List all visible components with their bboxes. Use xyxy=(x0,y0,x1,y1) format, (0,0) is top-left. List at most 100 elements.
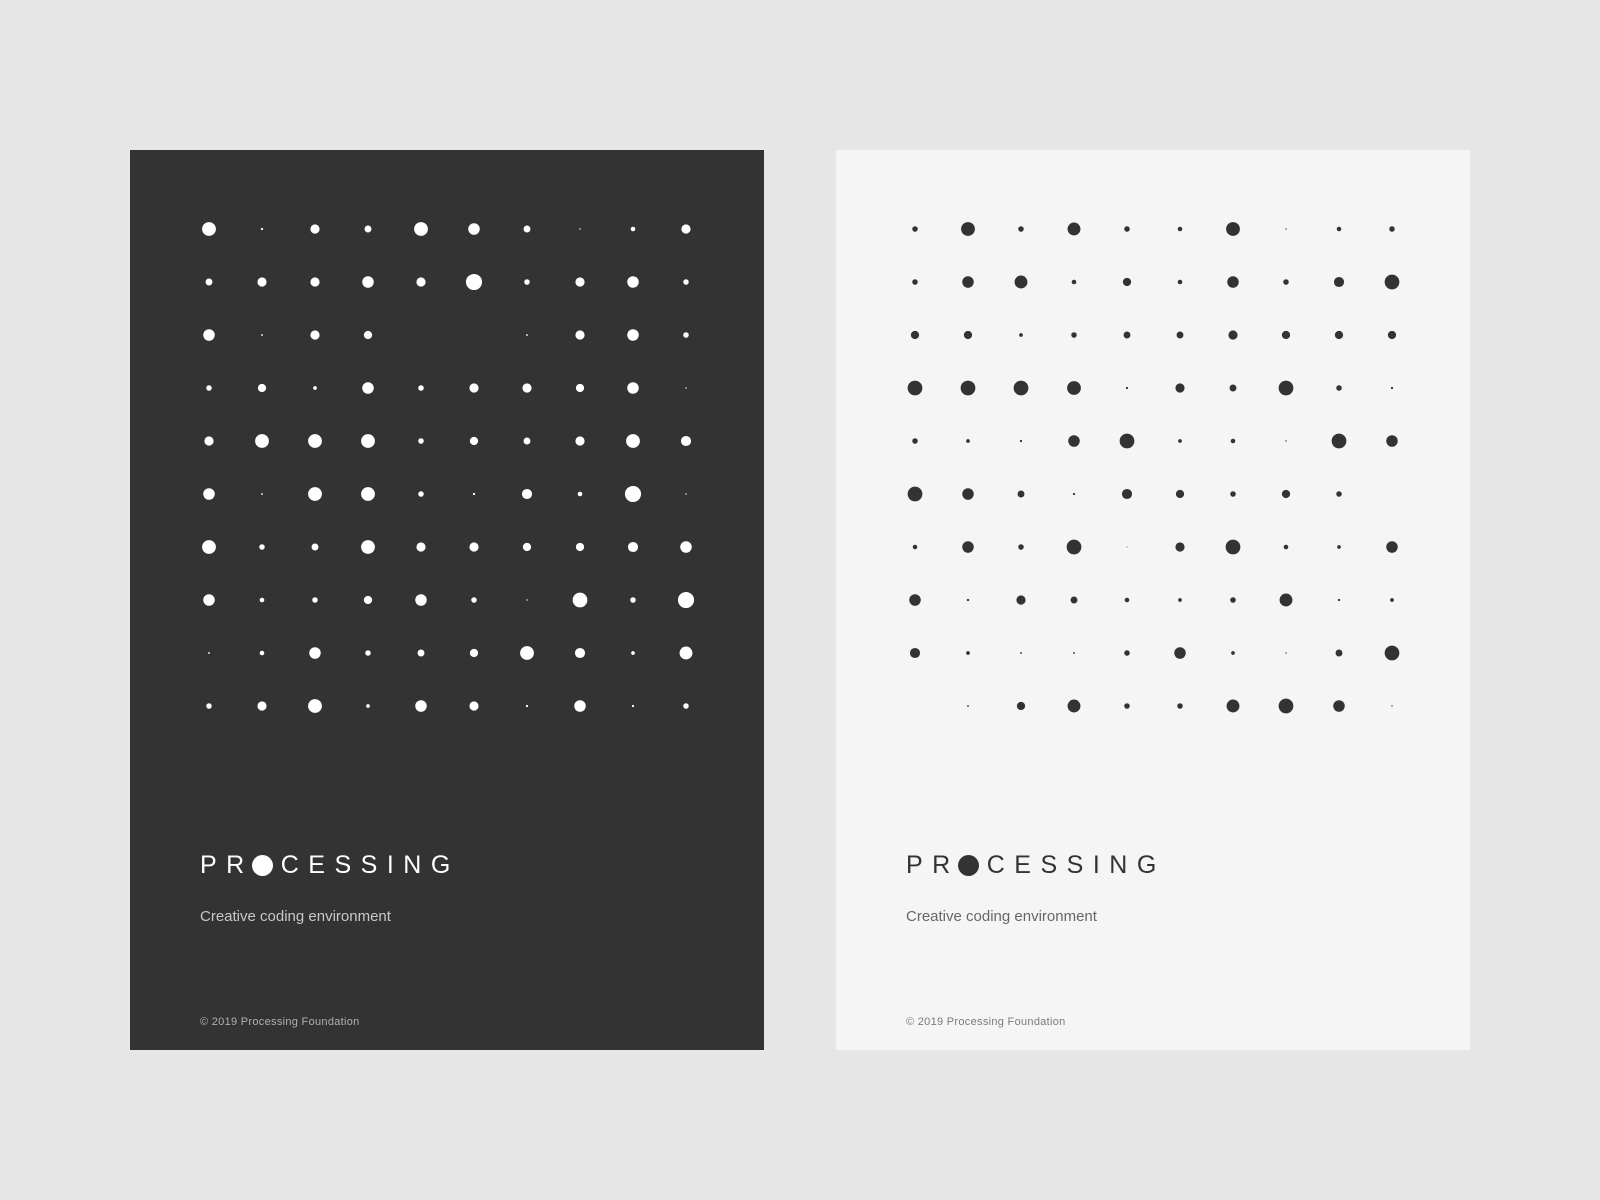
grid-dot xyxy=(1018,226,1024,232)
grid-dot xyxy=(1333,276,1345,288)
grid-dot xyxy=(1016,701,1026,711)
grid-dot xyxy=(203,488,215,500)
grid-dot xyxy=(310,224,320,234)
grid-dot xyxy=(1285,652,1287,654)
grid-dot xyxy=(469,542,479,552)
grid-dot xyxy=(1017,490,1025,498)
grid-dot xyxy=(1285,228,1287,230)
grid-dot xyxy=(472,492,476,496)
grid-dot xyxy=(912,226,918,232)
grid-dot xyxy=(1225,539,1241,555)
grid-dot xyxy=(203,594,215,606)
grid-dot xyxy=(1178,598,1182,602)
grid-dot xyxy=(1068,435,1080,447)
grid-dot xyxy=(1336,385,1342,391)
grid-dot xyxy=(1175,489,1185,499)
grid-dot xyxy=(627,329,639,341)
grid-dot xyxy=(579,228,581,230)
grid-dot xyxy=(415,594,427,606)
grid-dot xyxy=(521,488,533,500)
grid-dot xyxy=(259,544,265,550)
grid-dot xyxy=(966,651,970,655)
tagline: Creative coding environment xyxy=(906,908,1097,925)
grid-dot xyxy=(631,704,635,708)
wordmark-o-circle-icon xyxy=(957,854,979,876)
grid-dot xyxy=(311,543,319,551)
grid-dot xyxy=(418,385,424,391)
grid-dot xyxy=(1125,386,1129,390)
grid-dot xyxy=(1126,546,1128,548)
grid-dot xyxy=(1175,383,1185,393)
grid-dot xyxy=(1071,279,1077,285)
grid-dot xyxy=(469,701,479,711)
grid-dot xyxy=(1124,650,1130,656)
grid-dot xyxy=(1336,226,1342,232)
copyright: © 2019 Processing Foundation xyxy=(906,1016,1066,1028)
grid-dot xyxy=(1386,435,1398,447)
grid-dot xyxy=(469,436,479,446)
grid-dot xyxy=(1390,598,1394,602)
grid-dot xyxy=(1227,276,1239,288)
grid-dot xyxy=(966,439,970,443)
grid-dot xyxy=(1226,222,1240,236)
grid-dot xyxy=(310,330,320,340)
grid-dot xyxy=(1177,279,1183,285)
grid-dot xyxy=(526,334,528,336)
grid-dot xyxy=(1014,275,1028,289)
grid-dot xyxy=(1333,700,1345,712)
grid-dot xyxy=(361,487,375,501)
wordmark-text-after: CESSING xyxy=(986,850,1166,879)
grid-dot xyxy=(202,540,216,554)
grid-dot xyxy=(575,542,585,552)
grid-dot xyxy=(907,486,923,502)
grid-dot xyxy=(1278,698,1294,714)
grid-dot xyxy=(257,277,267,287)
wordmark-o-circle-icon xyxy=(251,854,273,876)
grid-dot xyxy=(1228,330,1238,340)
grid-dot xyxy=(1177,226,1183,232)
grid-dot xyxy=(966,598,970,602)
grid-dot xyxy=(575,330,585,340)
grid-dot xyxy=(310,277,320,287)
grid-dot xyxy=(1123,331,1131,339)
grid-dot xyxy=(575,383,585,393)
grid-dot xyxy=(255,434,269,448)
grid-dot xyxy=(206,385,212,391)
grid-dot xyxy=(526,599,528,601)
grid-dot xyxy=(1174,647,1186,659)
grid-dot xyxy=(418,438,424,444)
grid-dot xyxy=(624,485,642,503)
grid-dot xyxy=(626,434,640,448)
grid-dot xyxy=(1335,649,1343,657)
grid-dot xyxy=(683,332,689,338)
grid-dot xyxy=(1384,274,1400,290)
grid-dot xyxy=(962,276,974,288)
grid-dot xyxy=(1391,705,1393,707)
grid-dot xyxy=(680,435,692,447)
processing-wordmark: PR CESSING xyxy=(906,848,1166,882)
grid-dot xyxy=(1387,330,1397,340)
tagline: Creative coding environment xyxy=(200,908,391,925)
grid-dot xyxy=(910,330,920,340)
dot-grid-dark xyxy=(202,222,695,713)
grid-dot xyxy=(685,387,687,389)
grid-dot xyxy=(522,542,532,552)
grid-dot xyxy=(683,703,689,709)
grid-dot xyxy=(1230,491,1236,497)
grid-dot xyxy=(204,436,214,446)
grid-dot xyxy=(1071,332,1077,338)
grid-dot xyxy=(365,650,371,656)
grid-dot xyxy=(963,330,973,340)
grid-dot xyxy=(1020,652,1022,654)
grid-dot xyxy=(909,594,921,606)
grid-dot xyxy=(685,493,687,495)
grid-dot xyxy=(962,488,974,500)
grid-dot xyxy=(909,647,921,659)
wordmark-text-before: PR xyxy=(200,850,254,879)
grid-dot xyxy=(1230,438,1236,444)
grid-dot xyxy=(309,647,321,659)
grid-dot xyxy=(208,652,210,654)
grid-dot xyxy=(1119,433,1135,449)
grid-dot xyxy=(259,597,265,603)
grid-dot xyxy=(627,276,639,288)
